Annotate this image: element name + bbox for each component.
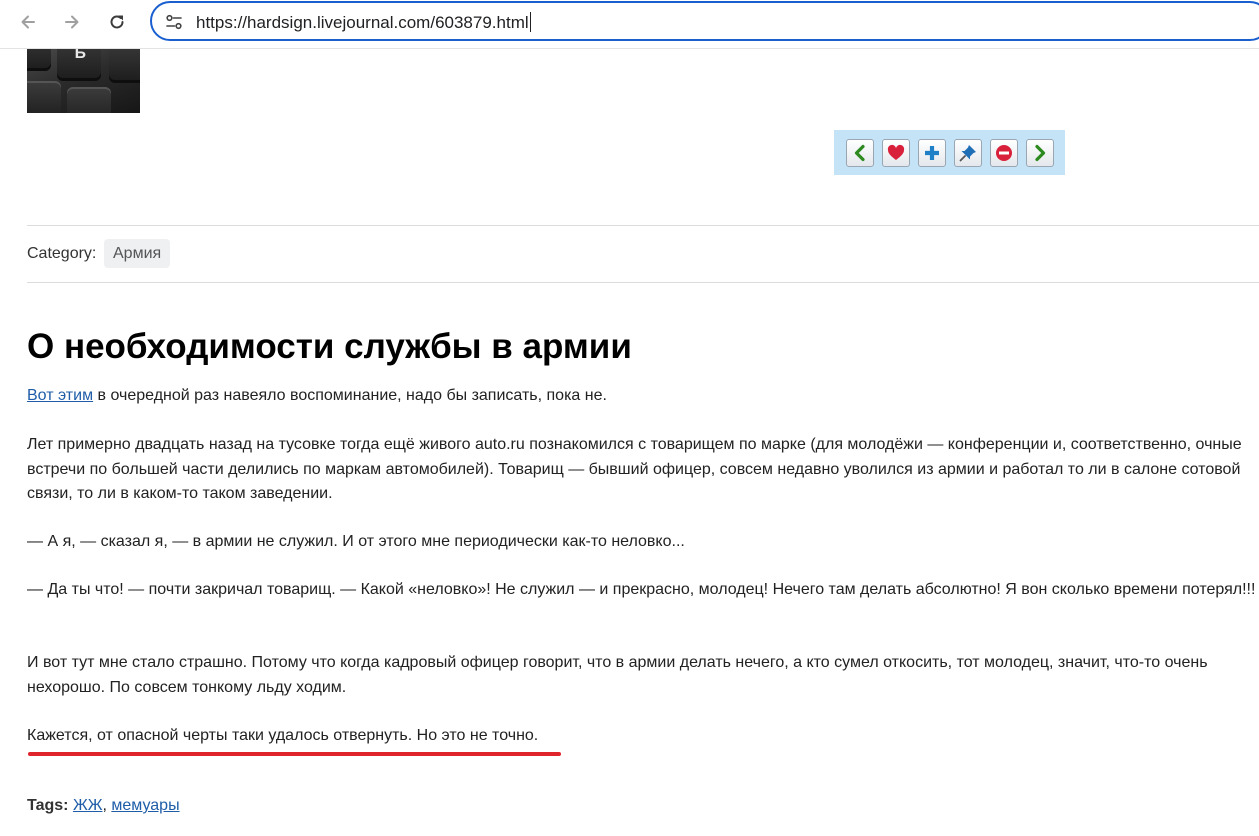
keycap [109, 49, 140, 83]
divider [27, 282, 1259, 283]
address-bar[interactable]: https://hardsign.livejournal.com/603879.… [150, 1, 1259, 41]
prev-entry-button[interactable] [846, 138, 874, 167]
tags-label: Tags: [27, 797, 69, 814]
post-title: О необходимости службы в армии [27, 327, 632, 366]
post-paragraph: Кажется, от опасной черты таки удалось о… [27, 727, 539, 744]
keycap: Ъ [57, 49, 101, 81]
tag-link[interactable]: ЖЖ [73, 797, 103, 814]
plus-icon [925, 145, 939, 160]
toolbar-divider [0, 48, 1259, 49]
userpic[interactable]: Ъ [27, 49, 140, 113]
back-button[interactable] [12, 6, 44, 38]
browser-toolbar: https://hardsign.livejournal.com/603879.… [0, 0, 1259, 48]
pin-icon [959, 144, 976, 161]
chevron-left-icon [854, 144, 865, 161]
chevron-right-icon [1035, 144, 1046, 161]
arrow-left-icon [21, 15, 35, 29]
pin-button[interactable] [954, 138, 982, 167]
favorite-button[interactable] [882, 138, 910, 167]
reload-button[interactable] [101, 6, 133, 38]
divider [27, 225, 1259, 226]
block-button[interactable] [990, 138, 1018, 167]
heart-icon [887, 144, 905, 160]
keycap [27, 49, 51, 71]
site-settings-icon[interactable] [164, 12, 184, 32]
post-paragraph: Вот этим в очередной раз навеяло воспоми… [27, 384, 1259, 409]
category-label: Category: [27, 245, 97, 262]
url-text[interactable]: https://hardsign.livejournal.com/603879.… [196, 12, 531, 33]
category-tag[interactable]: Армия [104, 239, 171, 268]
keycap [27, 81, 61, 113]
add-button[interactable] [918, 138, 946, 167]
tag-link[interactable]: мемуары [111, 797, 179, 814]
minus-circle-icon [996, 144, 1012, 161]
red-underline-annotation [28, 752, 561, 756]
forward-button[interactable] [56, 6, 88, 38]
reload-icon [110, 15, 124, 29]
post-paragraph: — Да ты что! — почти закричал товарищ. —… [27, 581, 1256, 598]
post-paragraph: И вот тут мне стало страшно. Потому что … [27, 654, 1208, 696]
source-link[interactable]: Вот этим [27, 387, 93, 404]
entry-actions-bar [834, 130, 1065, 175]
post-paragraph: — А я, — сказал я, — в армии не служил. … [27, 533, 685, 550]
key-glyph: Ъ [72, 49, 86, 62]
tags-line: Tags: ЖЖ, мемуары [27, 797, 180, 815]
keycap [67, 87, 111, 113]
arrow-right-icon [65, 15, 79, 29]
post-paragraph: Лет примерно двадцать назад на тусовке т… [27, 436, 1242, 502]
intro-text: в очередной раз навеяло воспоминание, на… [93, 387, 607, 404]
next-entry-button[interactable] [1026, 138, 1054, 167]
